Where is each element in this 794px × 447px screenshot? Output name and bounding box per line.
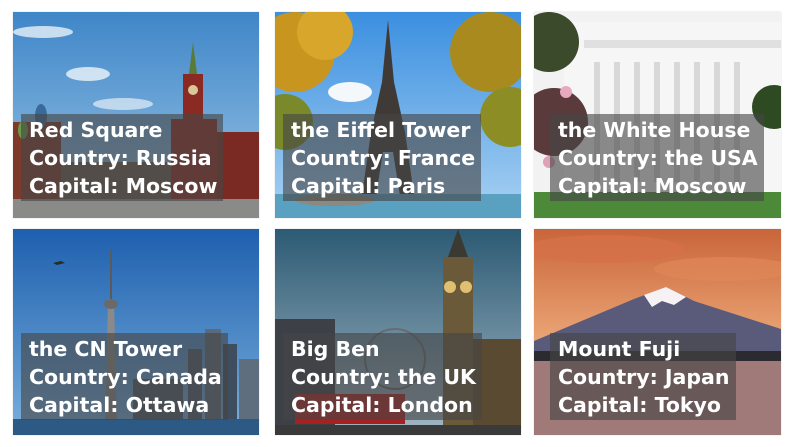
- landmark-title: the CN Tower: [29, 337, 183, 361]
- country-label: Country: Canada: [29, 365, 222, 389]
- caption-box: Red Square Country: Russia Capital: Mosc…: [21, 114, 224, 201]
- capital-label: Capital: Paris: [291, 174, 446, 198]
- landmark-title: Mount Fuji: [558, 337, 681, 361]
- card-big-ben: Big Ben Country: the UK Capital: London: [275, 229, 521, 435]
- caption-box: the White House Country: the USA Capital…: [550, 114, 764, 201]
- card-white-house: the White House Country: the USA Capital…: [534, 12, 781, 218]
- capital-label: Capital: Moscow: [29, 174, 218, 198]
- card-red-square: Red Square Country: Russia Capital: Mosc…: [13, 12, 259, 218]
- caption-box: the Eiffel Tower Country: France Capital…: [283, 114, 482, 201]
- landmark-grid: Red Square Country: Russia Capital: Mosc…: [0, 0, 794, 447]
- card-cn-tower: the CN Tower Country: Canada Capital: Ot…: [13, 229, 259, 435]
- landmark-title: the Eiffel Tower: [291, 118, 471, 142]
- card-mount-fuji: Mount Fuji Country: Japan Capital: Tokyo: [534, 229, 781, 435]
- landmark-title: Red Square: [29, 118, 163, 142]
- landmark-title: Big Ben: [291, 337, 380, 361]
- country-label: Country: Japan: [558, 365, 730, 389]
- capital-label: Capital: Moscow: [558, 174, 747, 198]
- caption-box: Mount Fuji Country: Japan Capital: Tokyo: [550, 333, 736, 420]
- landmark-title: the White House: [558, 118, 751, 142]
- capital-label: Capital: Ottawa: [29, 393, 210, 417]
- card-eiffel-tower: the Eiffel Tower Country: France Capital…: [275, 12, 521, 218]
- capital-label: Capital: Tokyo: [558, 393, 721, 417]
- country-label: Country: France: [291, 146, 476, 170]
- country-label: Country: the USA: [558, 146, 758, 170]
- caption-box: Big Ben Country: the UK Capital: London: [283, 333, 482, 420]
- capital-label: Capital: London: [291, 393, 473, 417]
- country-label: Country: Russia: [29, 146, 212, 170]
- caption-box: the CN Tower Country: Canada Capital: Ot…: [21, 333, 228, 420]
- country-label: Country: the UK: [291, 365, 476, 389]
